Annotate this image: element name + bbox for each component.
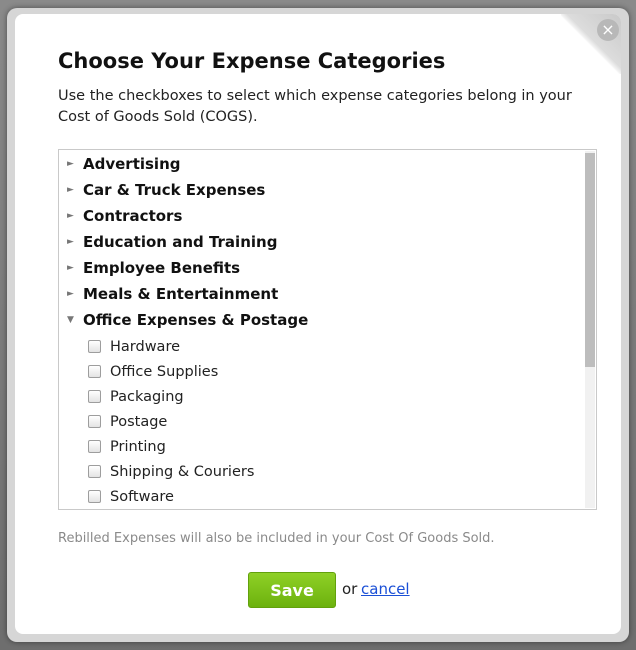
expense-categories-dialog: Choose Your Expense Categories Use the c… bbox=[7, 8, 629, 642]
or-text: or bbox=[342, 580, 358, 598]
close-icon[interactable]: × bbox=[597, 19, 619, 41]
expand-arrow-icon: ► bbox=[67, 237, 74, 247]
subcategory-label: Hardware bbox=[110, 338, 181, 355]
office-supplies-checkbox[interactable] bbox=[88, 365, 101, 378]
subcategory-label: Postage bbox=[110, 413, 168, 430]
category-label: Meals & Entertainment bbox=[83, 285, 279, 303]
expand-arrow-icon: ► bbox=[67, 185, 74, 195]
subcategory-hardware[interactable]: Hardware bbox=[88, 334, 180, 359]
subcategory-packaging[interactable]: Packaging bbox=[88, 384, 184, 409]
subcategory-office-supplies[interactable]: Office Supplies bbox=[88, 359, 218, 384]
collapse-arrow-icon: ▼ bbox=[67, 315, 74, 325]
category-contractors[interactable]: ► Contractors bbox=[67, 203, 182, 229]
subcategory-label: Shipping & Couriers bbox=[110, 463, 255, 480]
expand-arrow-icon: ► bbox=[67, 211, 74, 221]
subcategory-label: Printing bbox=[110, 438, 166, 455]
printing-checkbox[interactable] bbox=[88, 440, 101, 453]
subcategory-label: Office Supplies bbox=[110, 363, 219, 380]
category-car-truck-expenses[interactable]: ► Car & Truck Expenses bbox=[67, 177, 265, 203]
category-meals-entertainment[interactable]: ► Meals & Entertainment bbox=[67, 281, 278, 307]
hardware-checkbox[interactable] bbox=[88, 340, 101, 353]
subcategory-label: Packaging bbox=[110, 388, 184, 405]
software-checkbox[interactable] bbox=[88, 490, 101, 503]
cancel-link[interactable]: cancel bbox=[361, 580, 410, 598]
dialog-intro-text: Use the checkboxes to select which expen… bbox=[58, 88, 572, 125]
category-education-training[interactable]: ► Education and Training bbox=[67, 229, 277, 255]
postage-checkbox[interactable] bbox=[88, 415, 101, 428]
dialog-title: Choose Your Expense Categories bbox=[58, 49, 446, 73]
rebilled-expenses-note: Rebilled Expenses will also be included … bbox=[58, 531, 495, 546]
save-button[interactable]: Save bbox=[248, 572, 336, 608]
category-label: Office Expenses & Postage bbox=[83, 311, 309, 329]
category-office-expenses-postage[interactable]: ▼ Office Expenses & Postage bbox=[67, 307, 308, 333]
category-label: Car & Truck Expenses bbox=[83, 181, 266, 199]
expand-arrow-icon: ► bbox=[67, 289, 74, 299]
subcategory-printing[interactable]: Printing bbox=[88, 434, 166, 459]
shipping-couriers-checkbox[interactable] bbox=[88, 465, 101, 478]
expand-arrow-icon: ► bbox=[67, 159, 74, 169]
expand-arrow-icon: ► bbox=[67, 263, 74, 273]
subcategory-label: Software bbox=[110, 488, 174, 505]
category-label: Advertising bbox=[83, 155, 181, 173]
list-scrollbar-thumb[interactable] bbox=[585, 153, 595, 367]
subcategory-postage[interactable]: Postage bbox=[88, 409, 167, 434]
category-label: Education and Training bbox=[83, 233, 278, 251]
category-label: Contractors bbox=[83, 207, 183, 225]
subcategory-shipping-couriers[interactable]: Shipping & Couriers bbox=[88, 459, 254, 484]
subcategory-software[interactable]: Software bbox=[88, 484, 174, 509]
category-employee-benefits[interactable]: ► Employee Benefits bbox=[67, 255, 240, 281]
category-list[interactable]: ► Advertising ► Car & Truck Expenses ► C… bbox=[58, 149, 597, 510]
dialog-body: Choose Your Expense Categories Use the c… bbox=[15, 14, 621, 634]
category-label: Employee Benefits bbox=[83, 259, 241, 277]
category-advertising[interactable]: ► Advertising bbox=[67, 151, 181, 177]
packaging-checkbox[interactable] bbox=[88, 390, 101, 403]
